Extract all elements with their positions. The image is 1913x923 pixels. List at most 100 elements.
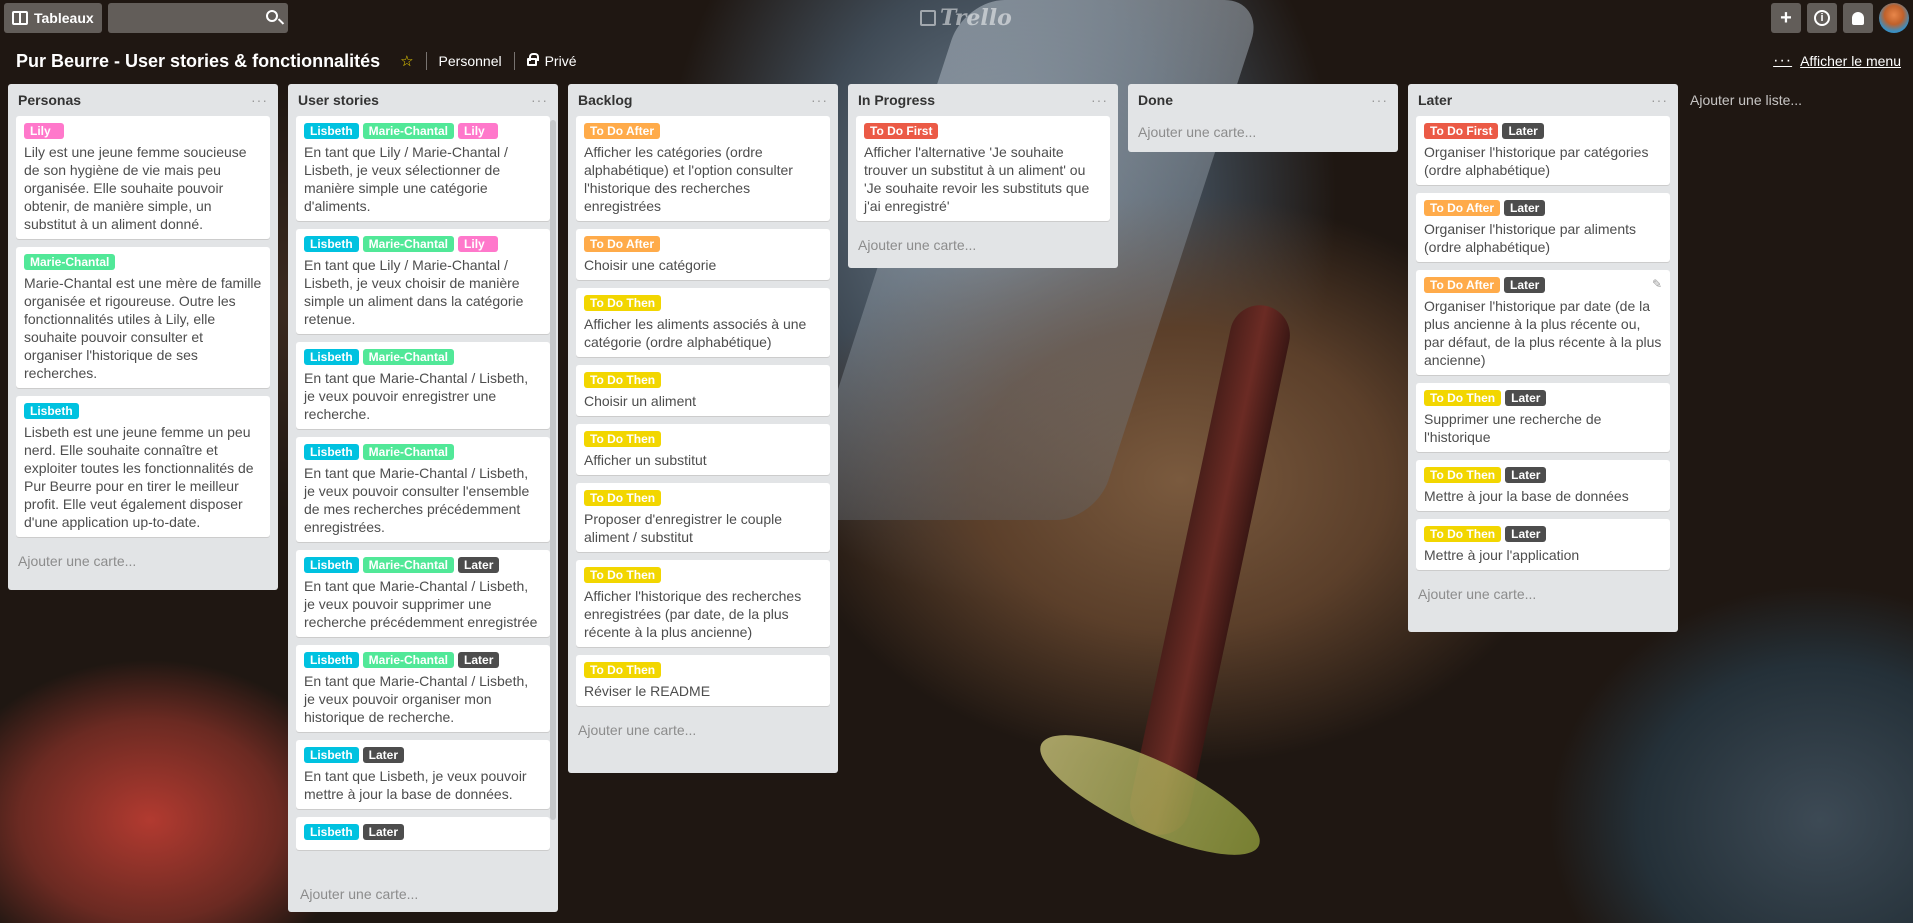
card[interactable]: To Do Then Afficher l'historique des rech… [576,560,830,647]
card[interactable]: Lisbeth Marie-Chantal Later En tant que Mar… [296,550,550,637]
list-title[interactable]: In Progress [858,92,935,108]
list-backlog: Backlog ··· To Do After Afficher les catégo… [568,84,838,773]
list-menu-icon[interactable]: ··· [1651,92,1668,108]
list-title[interactable]: Personas [18,92,81,108]
avatar[interactable] [1879,3,1909,33]
board-header: Pur Beurre - User stories & fonctionnali… [0,44,1913,78]
list-menu-icon[interactable]: ··· [531,92,548,108]
add-card-button[interactable]: Ajouter une carte... [16,545,270,579]
card-label: Later [1504,200,1546,216]
card-title: Mettre à jour l'application [1424,547,1580,563]
add-card-button[interactable]: Ajouter une carte... [298,878,420,912]
card-title: Choisir une catégorie [584,257,717,273]
notifications-button[interactable] [1843,3,1873,33]
list-menu-icon[interactable]: ··· [1091,92,1108,108]
list-user-stories: User stories ··· Lisbeth Marie-Chantal Lily E… [288,84,558,912]
card[interactable]: To Do Then Proposer d'enregistrer le coup… [576,483,830,552]
card-label: Later [458,652,500,668]
card[interactable]: To Do Then Afficher les aliments associés… [576,288,830,357]
pencil-icon[interactable]: ✎ [1652,277,1662,293]
team-link[interactable]: Personnel [439,53,502,69]
add-card-button[interactable]: Ajouter une carte... [576,714,830,748]
card[interactable]: To Do Then Afficher un substitut [576,424,830,475]
header-actions: + i [1771,3,1909,33]
card-label: To Do After [1424,277,1500,293]
card[interactable]: To Do Then Later Mettre à jour la base de … [1416,460,1670,511]
card-labels: To Do Then [584,490,822,506]
list-title[interactable]: Done [1138,92,1173,108]
card-label: Marie-Chantal [24,254,116,270]
info-button[interactable]: i [1807,3,1837,33]
card[interactable]: To Do Then Later Mettre à jour l'applicati… [1416,519,1670,570]
list-title[interactable]: Later [1418,92,1452,108]
card-label: Lisbeth [304,349,359,365]
card[interactable]: Lisbeth Marie-Chantal En tant que Marie-Ch… [296,342,550,429]
add-list-button[interactable]: Ajouter une liste... [1690,92,1802,108]
card[interactable]: To Do After Later Organiser l'historique p… [1416,193,1670,262]
card-label: To Do Then [1424,390,1502,406]
add-card-button[interactable]: Ajouter une carte... [856,229,1110,263]
card[interactable]: To Do After Later ✎ Organiser l'historique … [1416,270,1670,375]
card-label: Later [1505,390,1547,406]
list-title[interactable]: User stories [298,92,379,108]
card-list: Lily Lily est une jeune femme soucieuse d… [16,116,270,545]
card[interactable]: To Do Then Réviser le README [576,655,830,706]
card-title: Afficher les catégories (ordre alphabéti… [584,144,793,214]
list-header: Later ··· [1416,84,1670,116]
card[interactable]: Lisbeth Marie-Chantal Lily En tant que Lily… [296,229,550,334]
boards-icon [12,11,28,25]
card[interactable]: Lisbeth Marie-Chantal En tant que Marie-Ch… [296,437,550,542]
list-menu-icon[interactable]: ··· [251,92,268,108]
list-scrollbar[interactable] [550,120,556,820]
add-button[interactable]: + [1771,3,1801,33]
top-bar: Tableaux Trello + i [0,0,1913,36]
card[interactable]: Lily Lily est une jeune femme soucieuse d… [16,116,270,239]
star-icon[interactable]: ☆ [400,52,413,70]
search-input[interactable] [107,3,288,33]
list-header: Backlog ··· [576,84,830,116]
trello-logo[interactable]: Trello [920,5,1012,31]
card[interactable]: To Do After Choisir une catégorie [576,229,830,280]
boards-label: Tableaux [34,10,94,26]
card-title: En tant que Marie-Chantal / Lisbeth, je … [304,673,529,725]
card-label: Lisbeth [304,444,359,460]
card-title: Afficher l'historique des recherches enr… [584,588,802,640]
card-label: Marie-Chantal [362,557,455,573]
more-icon: ··· [1773,52,1793,69]
card-title: Choisir un aliment [584,393,697,409]
lock-icon [526,53,539,66]
card[interactable]: Marie-Chantal Marie-Chantal est une mère … [16,247,270,388]
card-title: Afficher un substitut [584,452,707,468]
add-card-button[interactable]: Ajouter une carte... [1136,116,1390,150]
visibility-link[interactable]: Privé [545,53,577,69]
card-labels: Lisbeth [24,403,262,419]
bell-icon [1852,11,1864,25]
card-labels: Lily [24,123,262,139]
card[interactable]: To Do Then Choisir un aliment [576,365,830,416]
card-label: Later [1505,526,1547,542]
card-labels: To Do After Later [1424,200,1662,216]
card-labels: To Do Then Later [1424,390,1662,406]
card-label: Marie-Chantal [362,349,455,365]
card[interactable]: Lisbeth Later En tant que Lisbeth, je veux… [296,740,550,809]
card[interactable]: To Do After Afficher les catégories (ordr… [576,116,830,221]
add-card-button[interactable]: Ajouter une carte... [1416,578,1670,612]
card-title: Proposer d'enregistrer le couple aliment… [584,511,783,545]
board-title[interactable]: Pur Beurre - User stories & fonctionnali… [16,51,380,72]
card[interactable]: Lisbeth Lisbeth est une jeune femme un pe… [16,396,270,537]
list-menu-icon[interactable]: ··· [811,92,828,108]
boards-button[interactable]: Tableaux [4,3,102,33]
list-title[interactable]: Backlog [578,92,632,108]
card[interactable]: To Do First Afficher l'alternative 'Je so… [856,116,1110,221]
card[interactable]: To Do Then Later Supprimer une recherche d… [1416,383,1670,452]
card[interactable]: Lisbeth Marie-Chantal Later En tant que Mar… [296,645,550,732]
card[interactable]: To Do First Later Organiser l'historique p… [1416,116,1670,185]
search-icon[interactable] [265,10,278,22]
card-label: Marie-Chantal [362,444,455,460]
card[interactable]: Lisbeth Later [296,817,550,850]
show-menu-link[interactable]: ··· Afficher le menu [1773,52,1901,70]
list-menu-icon[interactable]: ··· [1371,92,1388,108]
card[interactable]: Lisbeth Marie-Chantal Lily En tant que Lily… [296,116,550,221]
card-label: To Do Then [584,431,662,447]
card-label: Later [1505,467,1547,483]
